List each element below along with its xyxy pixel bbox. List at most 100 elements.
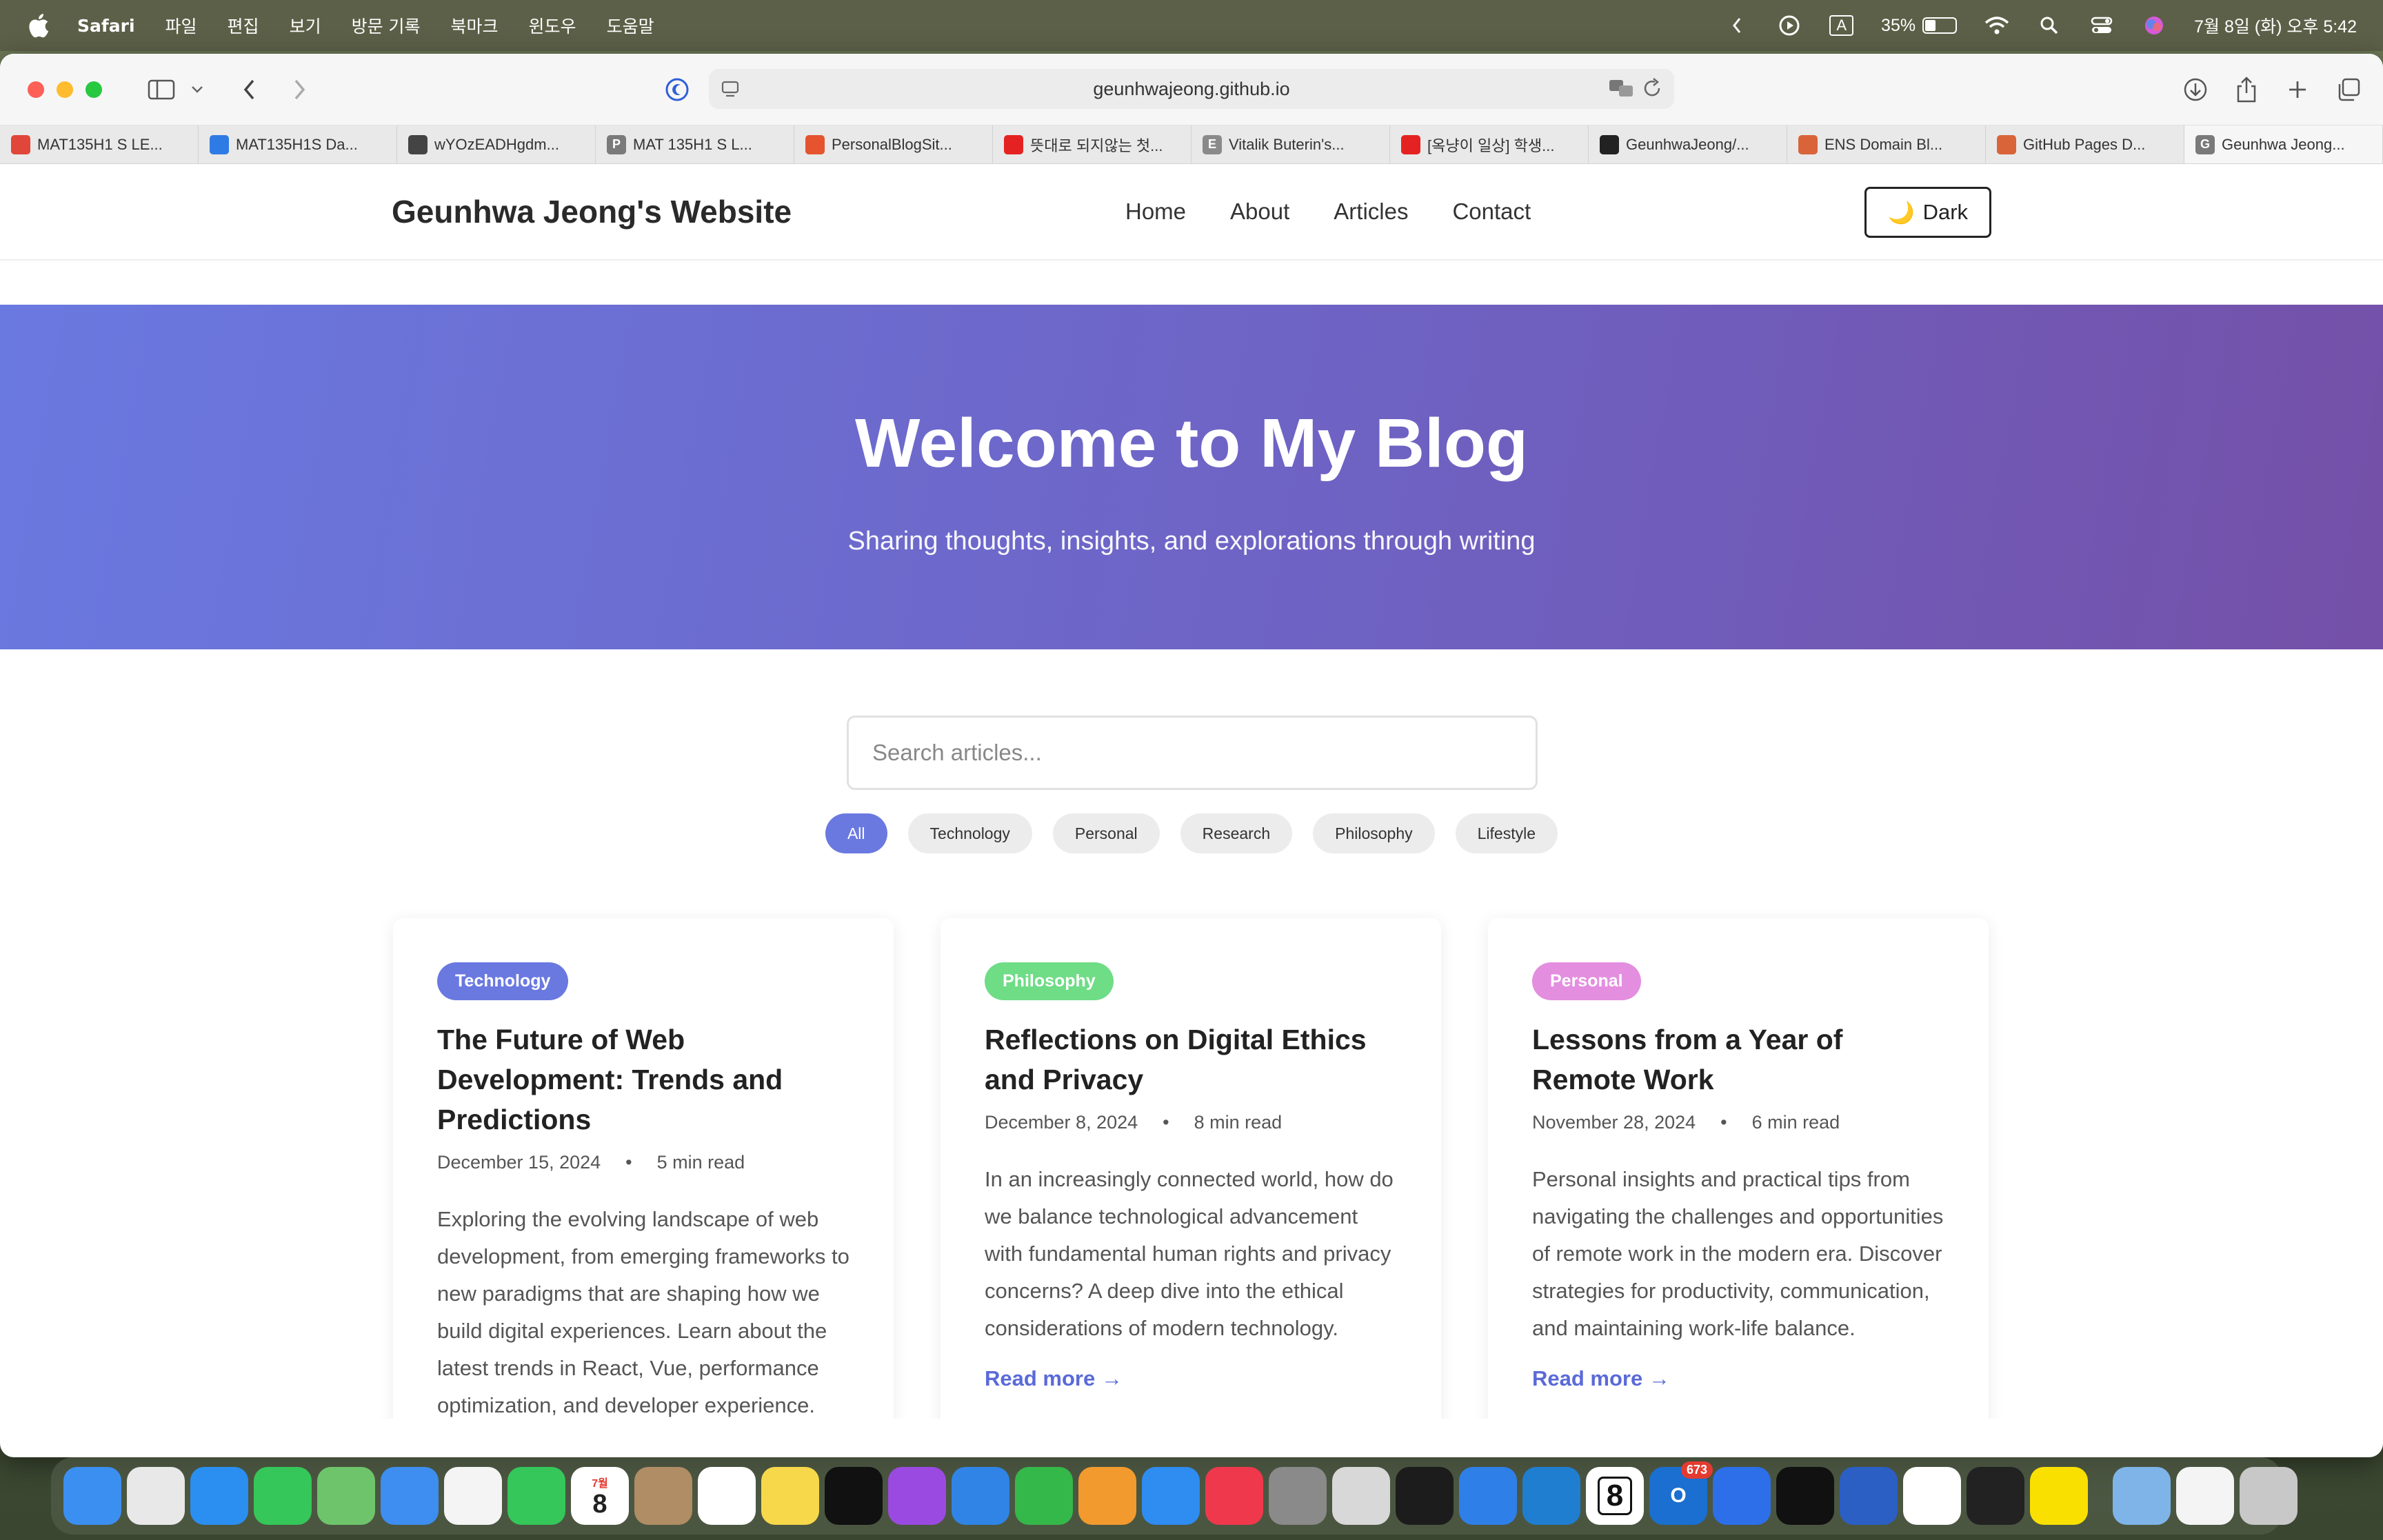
messages-icon[interactable] <box>254 1467 312 1525</box>
share-icon[interactable] <box>2229 72 2264 108</box>
xcode-icon[interactable] <box>1459 1467 1517 1525</box>
chevron-down-icon[interactable] <box>179 72 215 108</box>
podcasts-icon[interactable] <box>888 1467 946 1525</box>
figma-icon[interactable] <box>1967 1467 2024 1525</box>
category-badge[interactable]: Technology <box>437 962 569 1000</box>
article-card[interactable]: Personal Lessons from a Year of Remote Wo… <box>1488 918 1989 1419</box>
browser-tab[interactable]: GitHub Pages D... <box>1986 125 2184 163</box>
browser-tab[interactable]: 뜻대로 되지않는 첫... <box>993 125 1192 163</box>
notes-icon[interactable] <box>761 1467 819 1525</box>
article-title[interactable]: Lessons from a Year of Remote Work <box>1532 1020 1944 1100</box>
menu-edit[interactable]: 편집 <box>228 13 259 38</box>
maps-icon[interactable] <box>317 1467 375 1525</box>
wifi-icon[interactable] <box>1984 13 2009 38</box>
browser-tab[interactable]: [옥냥이 일상] 학생... <box>1390 125 1589 163</box>
menu-window[interactable]: 윈도우 <box>529 13 576 38</box>
menu-file[interactable]: 파일 <box>165 13 197 38</box>
address-bar[interactable]: geunhwajeong.github.io <box>709 69 1674 109</box>
downloads-folder-icon[interactable] <box>2113 1467 2171 1525</box>
article-card[interactable]: Technology The Future of Web Development:… <box>393 918 894 1419</box>
launchpad-icon[interactable] <box>127 1467 185 1525</box>
nav-articles[interactable]: Articles <box>1334 199 1408 225</box>
zoom-window-button[interactable] <box>86 81 102 98</box>
browser-tab[interactable]: E Vitalik Buterin's... <box>1192 125 1390 163</box>
close-window-button[interactable] <box>28 81 44 98</box>
app-store-icon[interactable] <box>1142 1467 1200 1525</box>
filter-chip-all[interactable]: All <box>825 813 887 853</box>
word-icon[interactable] <box>1840 1467 1898 1525</box>
system-settings-icon[interactable] <box>1269 1467 1327 1525</box>
read-more-link[interactable]: Read more → <box>985 1366 1397 1391</box>
apple-logo-icon[interactable] <box>26 12 50 39</box>
translate-icon[interactable] <box>1608 77 1634 104</box>
reminders-icon[interactable] <box>698 1467 756 1525</box>
menubar-clock[interactable]: 7월 8일 (화) 오후 5:42 <box>2194 13 2357 38</box>
page-menu-icon[interactable] <box>720 79 741 104</box>
menu-history[interactable]: 방문 기록 <box>352 13 421 38</box>
battery-status[interactable]: 35% <box>1881 16 1958 36</box>
arc-icon[interactable] <box>1713 1467 1771 1525</box>
nav-home[interactable]: Home <box>1125 199 1186 225</box>
category-badge[interactable]: Philosophy <box>985 962 1114 1000</box>
article-card[interactable]: Philosophy Reflections on Digital Ethics … <box>941 918 1441 1419</box>
trash-icon[interactable] <box>2240 1467 2297 1525</box>
article-title[interactable]: The Future of Web Development: Trends an… <box>437 1020 849 1139</box>
back-button-icon[interactable] <box>232 72 268 108</box>
kakaotalk-icon[interactable] <box>2030 1467 2088 1525</box>
sidebar-toggle-icon[interactable] <box>143 72 179 108</box>
read-more-link[interactable]: Read more → <box>1532 1366 1944 1391</box>
contacts-icon[interactable] <box>634 1467 692 1525</box>
site-brand[interactable]: Geunhwa Jeong's Website <box>392 193 792 230</box>
browser-tab[interactable]: wYOzEADHgdm... <box>397 125 596 163</box>
vscode-icon[interactable] <box>1522 1467 1580 1525</box>
browser-tab[interactable]: P MAT 135H1 S L... <box>596 125 794 163</box>
downloads-icon[interactable] <box>2178 72 2213 108</box>
filter-chip-technology[interactable]: Technology <box>907 813 1032 853</box>
filter-chip-philosophy[interactable]: Philosophy <box>1313 813 1435 853</box>
input-source-indicator[interactable]: A <box>1829 15 1854 36</box>
tv-icon[interactable] <box>825 1467 883 1525</box>
notion-calendar-icon[interactable]: 8 <box>1586 1467 1644 1525</box>
nav-contact[interactable]: Contact <box>1452 199 1531 225</box>
siri-icon[interactable] <box>2142 13 2166 38</box>
browser-tab[interactable]: PersonalBlogSit... <box>794 125 993 163</box>
chevron-left-icon[interactable] <box>1725 13 1749 38</box>
filter-chip-research[interactable]: Research <box>1180 813 1293 853</box>
new-tab-icon[interactable] <box>2280 72 2315 108</box>
browser-tab[interactable]: ENS Domain Bl... <box>1787 125 1986 163</box>
recent-window-icon[interactable] <box>2176 1467 2234 1525</box>
outlook-icon[interactable]: O 673 <box>1649 1461 1713 1525</box>
menu-app-name[interactable]: Safari <box>77 16 135 36</box>
search-icon[interactable] <box>2037 13 2062 38</box>
music-icon[interactable] <box>1205 1467 1263 1525</box>
nav-about[interactable]: About <box>1230 199 1289 225</box>
browser-tab[interactable]: G Geunhwa Jeong... <box>2184 125 2383 163</box>
minimize-window-button[interactable] <box>57 81 73 98</box>
iphone-mirroring-icon[interactable] <box>1332 1467 1390 1525</box>
search-input[interactable]: Search articles... <box>847 716 1538 790</box>
keynote-icon[interactable] <box>952 1467 1009 1525</box>
terminal-icon[interactable] <box>1396 1467 1454 1525</box>
article-title[interactable]: Reflections on Digital Ethics and Privac… <box>985 1020 1397 1100</box>
chrome-icon[interactable] <box>1903 1467 1961 1525</box>
menu-bookmarks[interactable]: 북마크 <box>451 13 499 38</box>
numbers-icon[interactable] <box>1015 1467 1073 1525</box>
menu-help[interactable]: 도움말 <box>607 13 654 38</box>
finder-icon[interactable] <box>63 1467 121 1525</box>
category-badge[interactable]: Personal <box>1532 962 1641 1000</box>
reload-icon[interactable] <box>1641 77 1663 104</box>
forward-button-icon[interactable] <box>281 72 317 108</box>
filter-chip-lifestyle[interactable]: Lifestyle <box>1455 813 1558 853</box>
calendar-icon[interactable]: 7월 8 <box>571 1467 629 1525</box>
photos-icon[interactable] <box>444 1467 502 1525</box>
filter-chip-personal[interactable]: Personal <box>1052 813 1160 853</box>
mail-icon[interactable] <box>381 1467 439 1525</box>
browser-tab[interactable]: MAT135H1 S LE... <box>0 125 199 163</box>
tab-overview-icon[interactable] <box>2331 72 2366 108</box>
safari-icon[interactable] <box>190 1467 248 1525</box>
pages-icon[interactable] <box>1078 1467 1136 1525</box>
browser-tab[interactable]: MAT135H1S Da... <box>199 125 397 163</box>
browser-tab[interactable]: GeunhwaJeong/... <box>1589 125 1787 163</box>
facetime-icon[interactable] <box>507 1467 565 1525</box>
cursor-icon[interactable] <box>1776 1467 1834 1525</box>
